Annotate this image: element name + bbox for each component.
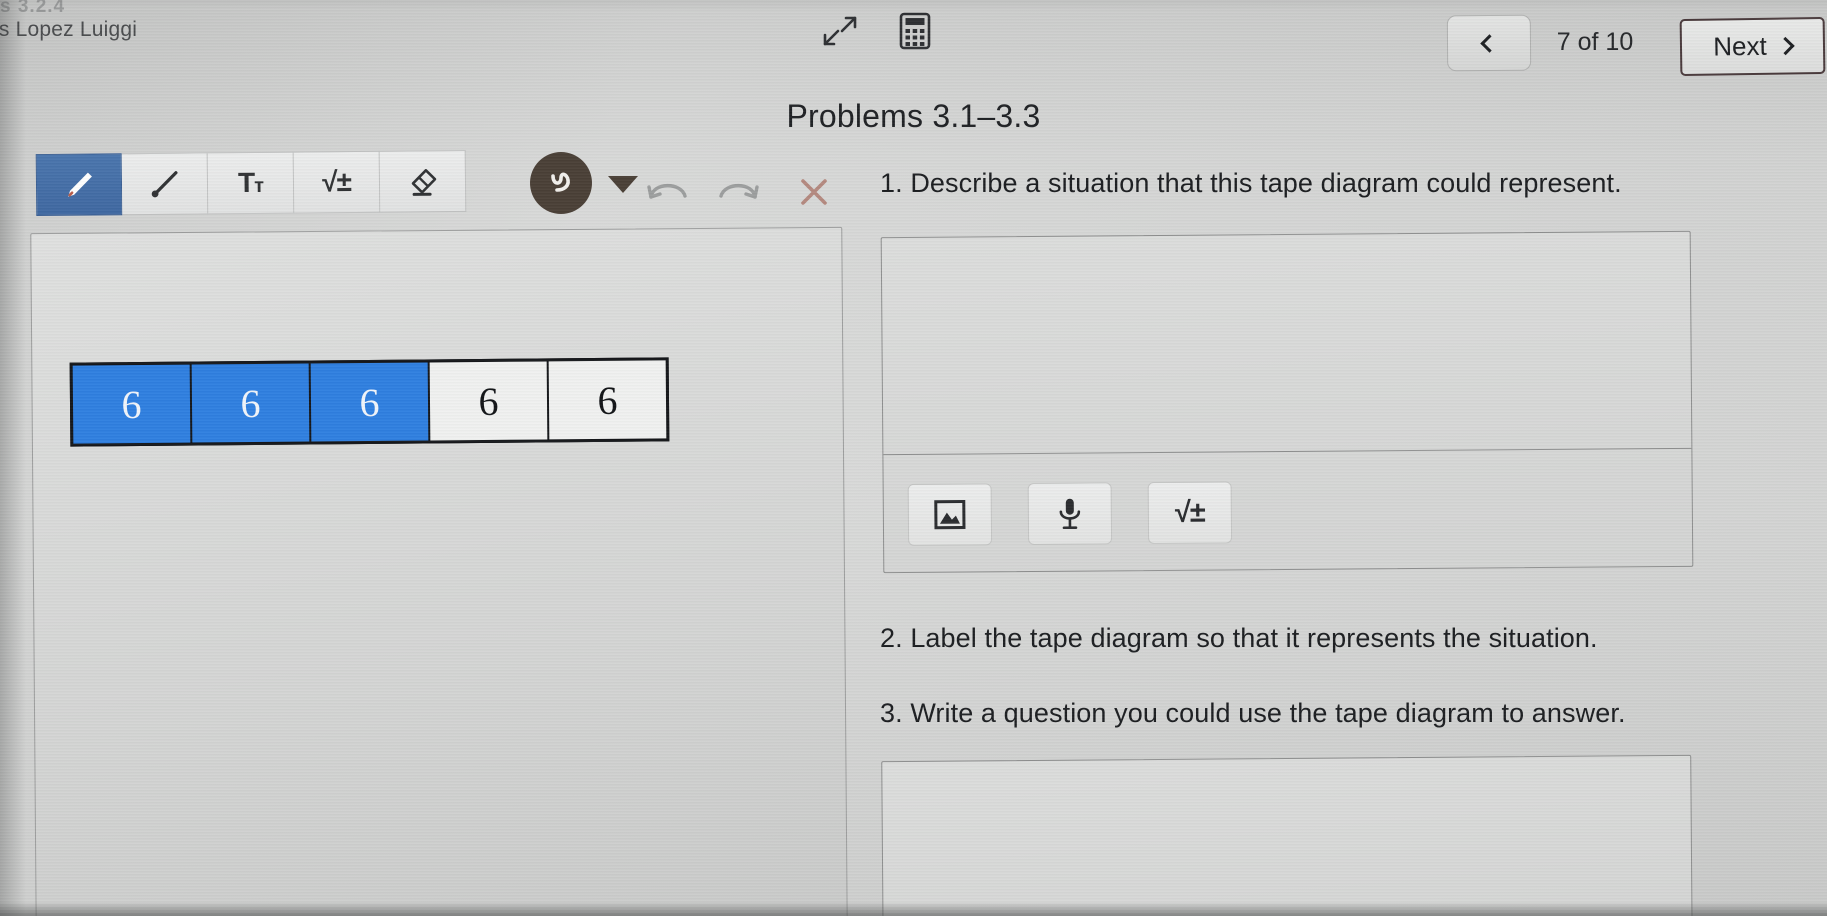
tool-line[interactable] bbox=[121, 152, 209, 216]
caret-down-icon[interactable] bbox=[608, 176, 638, 193]
tape-cell: 6 bbox=[310, 362, 429, 442]
clear-canvas-button[interactable] bbox=[797, 175, 831, 209]
eraser-icon bbox=[411, 169, 436, 196]
question-2-text: 2. Label the tape diagram so that it rep… bbox=[880, 623, 1598, 653]
voice-input-button[interactable] bbox=[1027, 482, 1113, 546]
tape-cell: 6 bbox=[548, 360, 667, 440]
tape-cell: 6 bbox=[191, 363, 310, 443]
calculator-svg bbox=[899, 12, 931, 50]
next-button-label: Next bbox=[1713, 30, 1767, 62]
top-bar: s 3.2.4 is Lopez Luiggi 7 of 10 Next bbox=[0, 0, 1827, 86]
app-screen: s 3.2.4 is Lopez Luiggi 7 of 10 Next Pro… bbox=[0, 0, 1827, 916]
tool-text-label: Tт bbox=[237, 166, 264, 199]
pencil-icon bbox=[68, 172, 92, 197]
redo-button[interactable] bbox=[715, 170, 761, 204]
answer-box-divider bbox=[883, 447, 1692, 456]
tool-pencil[interactable] bbox=[35, 153, 123, 217]
line-icon bbox=[151, 171, 177, 198]
undo-arrow-icon bbox=[647, 183, 687, 199]
insert-image-button[interactable] bbox=[907, 483, 993, 546]
expand-arrows-icon[interactable] bbox=[820, 14, 858, 48]
tool-eraser[interactable] bbox=[379, 149, 467, 213]
tape-cell: 6 bbox=[429, 361, 548, 441]
tape-cell: 6 bbox=[72, 364, 191, 444]
chevron-right-icon bbox=[1776, 36, 1795, 56]
math-input-label: √± bbox=[1174, 496, 1205, 529]
redo-arrow-icon bbox=[719, 183, 759, 199]
partial-header-text: s 3.2.4 bbox=[0, 0, 66, 12]
question-3-text: 3. Write a question you could use the ta… bbox=[880, 698, 1626, 728]
tool-text[interactable]: Tт bbox=[207, 151, 295, 215]
chevron-left-icon bbox=[1479, 33, 1499, 53]
expand-arrows-svg bbox=[823, 16, 857, 46]
page-title: Problems 3.1–3.3 bbox=[786, 98, 1041, 134]
undo-button[interactable] bbox=[645, 170, 691, 204]
screen-left-shadow bbox=[0, 0, 26, 916]
previous-page-button[interactable] bbox=[1446, 14, 1532, 72]
answer-box-1[interactable]: √± bbox=[880, 230, 1694, 574]
math-input-button[interactable]: √± bbox=[1147, 481, 1233, 545]
drawing-canvas[interactable] bbox=[30, 226, 848, 916]
answer-input-toolbar: √± bbox=[907, 481, 1233, 546]
calculator-icon[interactable] bbox=[898, 12, 932, 50]
tool-math[interactable]: √± bbox=[293, 150, 381, 214]
stroke-color-swatch[interactable] bbox=[530, 152, 592, 214]
top-bar-strip bbox=[0, 0, 1827, 10]
microphone-icon bbox=[1059, 498, 1081, 530]
stroke-squiggle-icon bbox=[551, 172, 570, 192]
next-page-button[interactable]: Next bbox=[1679, 16, 1826, 77]
question-1-text: 1. Describe a situation that this tape d… bbox=[880, 168, 1622, 198]
close-x-icon bbox=[801, 179, 827, 205]
tape-diagram: 6 6 6 6 6 bbox=[69, 357, 670, 447]
image-icon bbox=[934, 500, 966, 530]
page-indicator: 7 of 10 bbox=[1556, 28, 1634, 56]
screen-bottom-shadow bbox=[0, 902, 1827, 916]
tool-math-label: √± bbox=[321, 166, 351, 198]
drawing-toolbar: Tт √± bbox=[35, 149, 467, 217]
answer-box-3[interactable] bbox=[881, 754, 1693, 916]
